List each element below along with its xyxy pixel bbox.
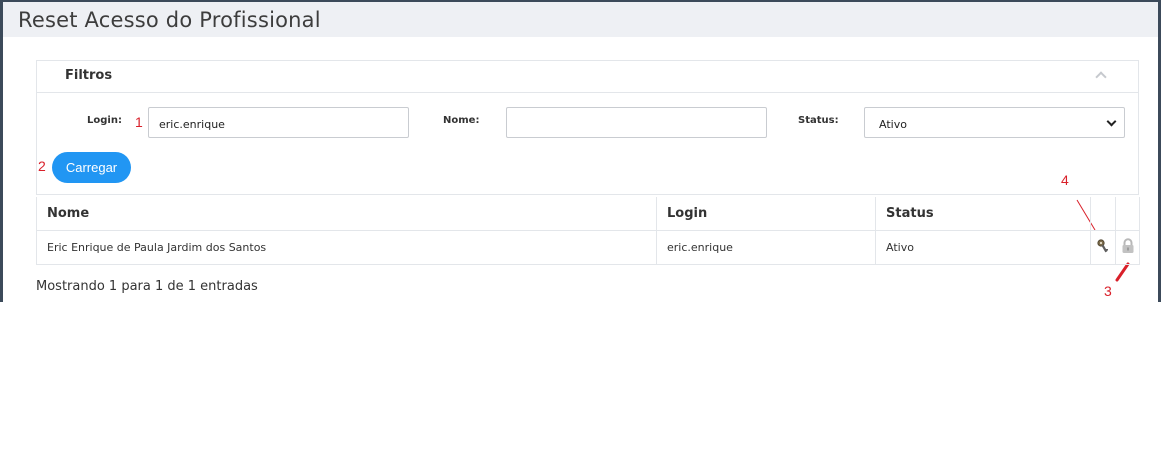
empty-area	[0, 302, 1161, 460]
row-action-lock[interactable]	[1115, 230, 1140, 265]
table-header-row: Nome Login Status	[36, 197, 1140, 231]
column-header-action-1	[1090, 197, 1116, 231]
app-window: Reset Acesso do Profissional Filtros Log…	[0, 0, 1161, 302]
cell-status: Ativo	[875, 230, 1091, 265]
annotation-3-pointer	[1115, 262, 1130, 282]
table-row: Eric Enrique de Paula Jardim dos Santos …	[36, 230, 1140, 265]
row-action-key[interactable]	[1090, 230, 1116, 265]
column-header-status[interactable]: Status	[875, 197, 1091, 231]
column-header-nome[interactable]: Nome	[36, 197, 657, 231]
cell-nome: Eric Enrique de Paula Jardim dos Santos	[36, 230, 657, 265]
table-info: Mostrando 1 para 1 de 1 entradas	[36, 279, 258, 294]
column-header-action-2	[1115, 197, 1140, 231]
key-icon[interactable]	[1096, 238, 1110, 254]
cell-login: eric.enrique	[656, 230, 876, 265]
annotation-3: 3	[1104, 283, 1112, 299]
column-header-login[interactable]: Login	[656, 197, 876, 231]
results-table: Nome Login Status Eric Enrique de Paula …	[36, 197, 1140, 265]
lock-icon[interactable]	[1121, 238, 1135, 254]
